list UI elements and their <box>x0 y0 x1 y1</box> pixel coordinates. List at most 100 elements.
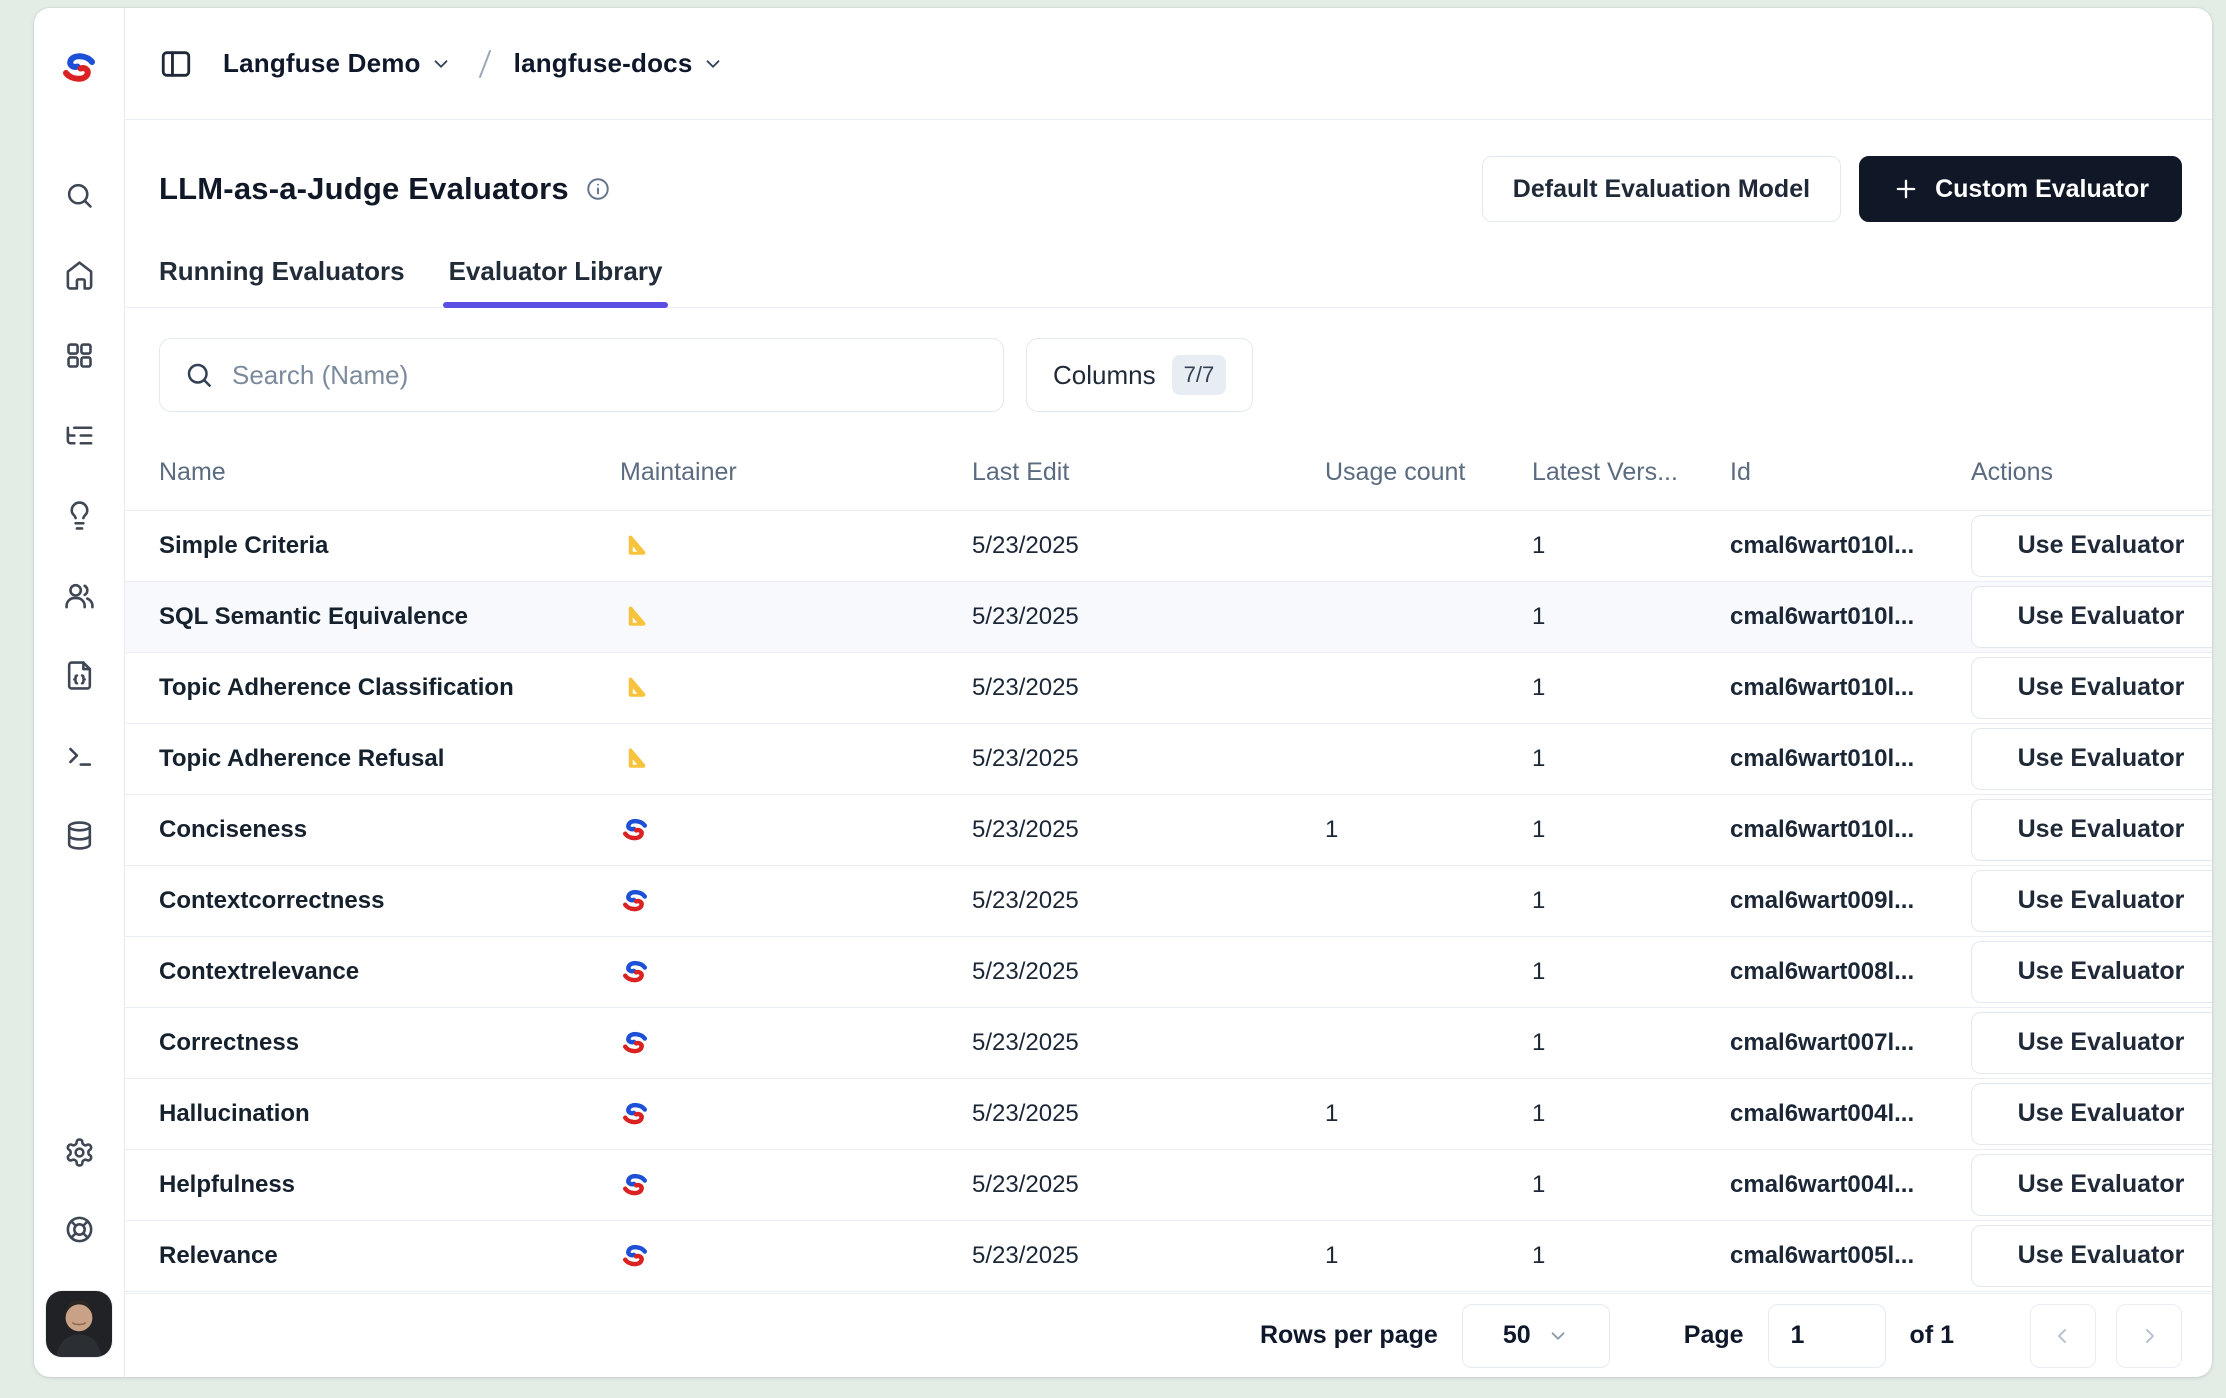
use-evaluator-button[interactable]: Use Evaluator <box>1971 1083 2212 1145</box>
use-evaluator-button[interactable]: Use Evaluator <box>1971 515 2212 577</box>
usage-count: 1 <box>1325 794 1532 865</box>
column-header-id[interactable]: Id <box>1730 436 1971 510</box>
column-header-maintainer[interactable]: Maintainer <box>620 436 972 510</box>
table-row[interactable]: Conciseness 5/23/2025 1 1 cmal6wart010l.… <box>125 794 2212 865</box>
tab-running-evaluators[interactable]: Running Evaluators <box>159 256 405 307</box>
column-header-last-edit[interactable]: Last Edit <box>972 436 1325 510</box>
maintainer-cell <box>620 1220 972 1291</box>
latest-version: 1 <box>1532 1007 1730 1078</box>
datasets-database-icon[interactable] <box>64 820 95 851</box>
usage-count <box>1325 581 1532 652</box>
use-evaluator-button[interactable]: Use Evaluator <box>1971 1225 2212 1287</box>
evaluator-id: cmal6wart010l... <box>1730 510 1971 581</box>
latest-version: 1 <box>1532 581 1730 652</box>
use-evaluator-button[interactable]: Use Evaluator <box>1971 941 2212 1003</box>
use-evaluator-button[interactable]: Use Evaluator <box>1971 799 2212 861</box>
maintainer-cell <box>620 652 972 723</box>
table-row[interactable]: Relevance 5/23/2025 1 1 cmal6wart005l...… <box>125 1220 2212 1291</box>
table-row[interactable]: Contextcorrectness 5/23/2025 1 cmal6wart… <box>125 865 2212 936</box>
use-evaluator-button[interactable]: Use Evaluator <box>1971 657 2212 719</box>
use-evaluator-button[interactable]: Use Evaluator <box>1971 1154 2212 1216</box>
topbar: Langfuse Demo langfuse-docs <box>125 8 2212 120</box>
langfuse-maintained-icon <box>620 886 650 916</box>
custom-evaluator-label: Custom Evaluator <box>1935 175 2149 204</box>
latest-version: 1 <box>1532 865 1730 936</box>
langfuse-maintained-icon <box>620 957 650 987</box>
use-evaluator-button[interactable]: Use Evaluator <box>1971 1012 2212 1074</box>
chevron-right-icon <box>2137 1324 2161 1348</box>
evaluator-id: cmal6wart010l... <box>1730 794 1971 865</box>
support-lifebuoy-icon[interactable] <box>64 1214 95 1245</box>
use-evaluator-button[interactable]: Use Evaluator <box>1971 870 2212 932</box>
page-number-input[interactable] <box>1768 1304 1886 1368</box>
columns-button[interactable]: Columns 7/7 <box>1026 338 1253 412</box>
user-avatar[interactable] <box>46 1291 112 1357</box>
last-edit-date: 5/23/2025 <box>972 652 1325 723</box>
evaluator-id: cmal6wart009l... <box>1730 865 1971 936</box>
table-header-row: Name Maintainer Last Edit Usage count La… <box>125 436 2212 510</box>
breadcrumb-separator-icon <box>470 47 500 81</box>
tab-evaluator-library[interactable]: Evaluator Library <box>449 256 663 307</box>
column-header-latest-version[interactable]: Latest Vers... <box>1532 436 1730 510</box>
org-name: Langfuse Demo <box>223 48 421 79</box>
default-evaluation-model-button[interactable]: Default Evaluation Model <box>1482 156 1841 222</box>
actions-cell: Use Evaluator <box>1971 581 2212 652</box>
latest-version: 1 <box>1532 1149 1730 1220</box>
last-edit-date: 5/23/2025 <box>972 936 1325 1007</box>
usage-count: 1 <box>1325 1220 1532 1291</box>
use-evaluator-button[interactable]: Use Evaluator <box>1971 728 2212 790</box>
users-icon[interactable] <box>64 580 95 611</box>
home-icon[interactable] <box>64 260 95 291</box>
project-name: langfuse-docs <box>514 48 693 79</box>
breadcrumb-org[interactable]: Langfuse Demo <box>223 48 452 79</box>
info-icon[interactable] <box>585 176 611 202</box>
custom-evaluator-button[interactable]: Custom Evaluator <box>1859 156 2182 222</box>
evaluator-id: cmal6wart008l... <box>1730 936 1971 1007</box>
table-row[interactable]: Contextrelevance 5/23/2025 1 cmal6wart00… <box>125 936 2212 1007</box>
column-header-name[interactable]: Name <box>125 436 620 510</box>
table-row[interactable]: Helpfulness 5/23/2025 1 cmal6wart004l...… <box>125 1149 2212 1220</box>
actions-cell: Use Evaluator <box>1971 1220 2212 1291</box>
evaluator-id: cmal6wart005l... <box>1730 1220 1971 1291</box>
rows-per-page-select[interactable]: 50 <box>1462 1304 1610 1368</box>
user-maintained-triangle-icon <box>620 673 650 703</box>
table-row[interactable]: Topic Adherence Classification 5/23/2025… <box>125 652 2212 723</box>
settings-gear-icon[interactable] <box>64 1137 95 1168</box>
evaluation-lightbulb-icon[interactable] <box>64 500 95 531</box>
plus-icon <box>1892 175 1920 203</box>
maintainer-cell <box>620 794 972 865</box>
evaluator-name: Contextcorrectness <box>125 865 620 936</box>
table-row[interactable]: SQL Semantic Equivalence 5/23/2025 1 cma… <box>125 581 2212 652</box>
dashboard-grid-icon[interactable] <box>64 340 95 371</box>
table-row[interactable]: Topic Adherence Refusal 5/23/2025 1 cmal… <box>125 723 2212 794</box>
chevron-down-icon <box>1547 1325 1569 1347</box>
latest-version: 1 <box>1532 510 1730 581</box>
column-header-usage-count[interactable]: Usage count <box>1325 436 1532 510</box>
last-edit-date: 5/23/2025 <box>972 581 1325 652</box>
table-row[interactable]: Simple Criteria 5/23/2025 1 cmal6wart010… <box>125 510 2212 581</box>
page-header: LLM-as-a-Judge Evaluators Default Evalua… <box>125 120 2212 222</box>
breadcrumb-project[interactable]: langfuse-docs <box>514 48 724 79</box>
last-edit-date: 5/23/2025 <box>972 1007 1325 1078</box>
langfuse-maintained-icon <box>620 1170 650 1200</box>
langfuse-maintained-icon <box>620 1099 650 1129</box>
table-row[interactable]: Correctness 5/23/2025 1 cmal6wart007l...… <box>125 1007 2212 1078</box>
evaluator-name: Simple Criteria <box>125 510 620 581</box>
playground-terminal-icon[interactable] <box>64 740 95 771</box>
tracing-tree-icon[interactable] <box>64 420 95 451</box>
tab-bar: Running Evaluators Evaluator Library <box>125 256 2212 308</box>
sidebar-nav <box>64 180 95 851</box>
use-evaluator-button[interactable]: Use Evaluator <box>1971 586 2212 648</box>
search-input[interactable] <box>232 360 979 391</box>
previous-page-button[interactable] <box>2030 1304 2096 1368</box>
table-row[interactable]: Hallucination 5/23/2025 1 1 cmal6wart004… <box>125 1078 2212 1149</box>
prompts-file-json-icon[interactable] <box>64 660 95 691</box>
sidebar-bottom <box>46 1137 112 1357</box>
evaluator-table: Name Maintainer Last Edit Usage count La… <box>125 436 2212 1292</box>
evaluator-id: cmal6wart010l... <box>1730 652 1971 723</box>
evaluator-name: Helpfulness <box>125 1149 620 1220</box>
next-page-button[interactable] <box>2116 1304 2182 1368</box>
evaluator-name: Topic Adherence Refusal <box>125 723 620 794</box>
search-icon[interactable] <box>64 180 95 211</box>
sidebar-toggle-icon[interactable] <box>159 47 193 81</box>
